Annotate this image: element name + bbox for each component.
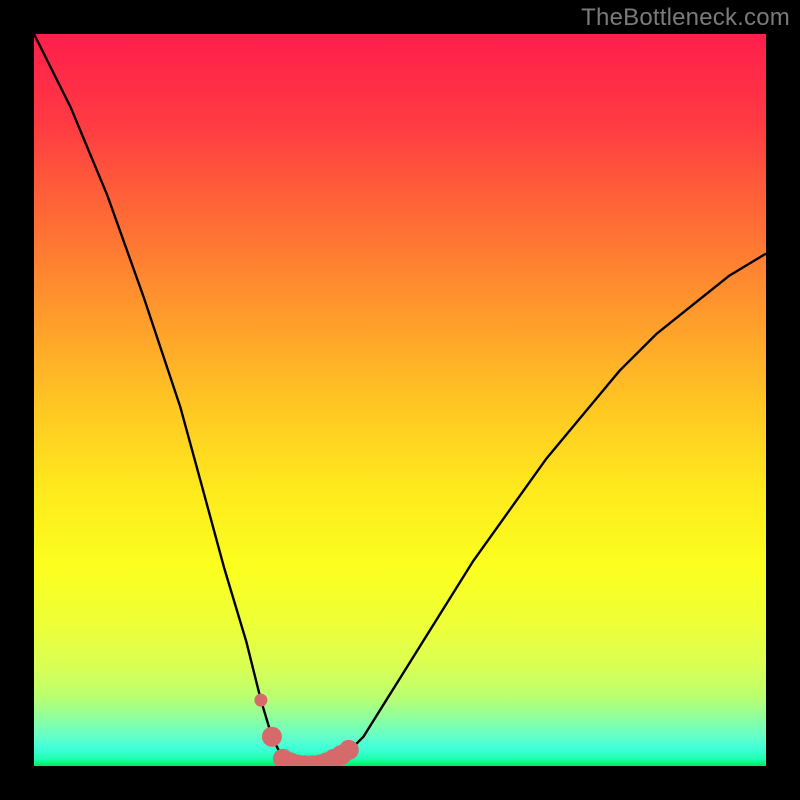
curve-marker [339, 740, 359, 760]
chart-frame: TheBottleneck.com [0, 0, 800, 800]
bottleneck-curve [34, 34, 766, 766]
watermark-text: TheBottleneck.com [581, 4, 790, 32]
plot-area [34, 34, 766, 766]
curve-marker [262, 727, 282, 747]
curve-marker [254, 694, 267, 707]
